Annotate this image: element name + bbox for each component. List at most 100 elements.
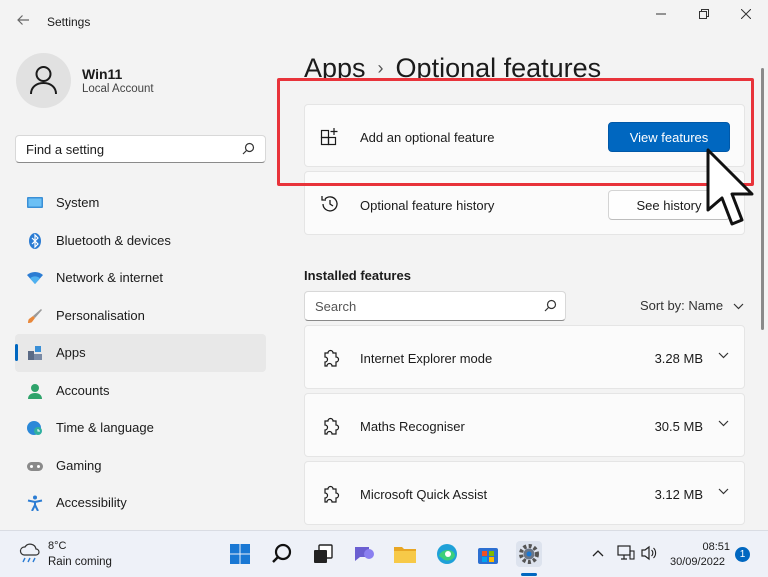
chat-button[interactable] xyxy=(351,541,377,567)
sort-dropdown[interactable]: Sort by: Name xyxy=(640,298,744,313)
history-label: Optional feature history xyxy=(360,198,495,213)
chevron-down-icon[interactable] xyxy=(718,420,729,427)
feature-name: Internet Explorer mode xyxy=(360,351,493,366)
scrollbar[interactable] xyxy=(760,60,766,530)
restore-button[interactable] xyxy=(693,6,715,24)
features-search-input[interactable] xyxy=(305,292,525,320)
restore-icon xyxy=(699,9,709,19)
clock-time: 08:51 xyxy=(702,541,730,553)
task-view-icon xyxy=(314,544,333,563)
settings-search[interactable] xyxy=(15,135,266,163)
task-view-button[interactable] xyxy=(310,541,336,567)
sidebar-item-apps[interactable]: Apps xyxy=(15,334,266,372)
history-icon xyxy=(321,196,338,212)
minimize-icon xyxy=(656,13,666,15)
notification-badge[interactable]: 1 xyxy=(735,547,750,562)
volume-icon[interactable] xyxy=(641,545,657,561)
folder-icon xyxy=(394,547,416,563)
search-input[interactable] xyxy=(16,136,226,162)
search-icon xyxy=(272,543,292,563)
file-explorer-button[interactable] xyxy=(392,541,418,567)
monitor-icon xyxy=(27,197,43,208)
edge-icon xyxy=(437,544,457,564)
puzzle-icon xyxy=(324,417,340,435)
start-button[interactable] xyxy=(227,541,253,567)
scrollbar-thumb[interactable] xyxy=(761,68,764,330)
chevron-down-icon[interactable] xyxy=(718,488,729,495)
chevron-up-icon[interactable] xyxy=(592,549,604,557)
feature-row[interactable]: Microsoft Quick Assist 3.12 MB xyxy=(304,461,745,525)
sidebar-item-time-language[interactable]: Time & language xyxy=(15,409,266,447)
page-title: Optional features xyxy=(395,53,602,81)
sidebar-item-label: System xyxy=(56,195,100,210)
gear-icon xyxy=(519,544,539,564)
sidebar-item-label: Network & internet xyxy=(56,270,163,285)
sidebar-item-label: Bluetooth & devices xyxy=(56,232,171,248)
chat-icon xyxy=(355,547,374,561)
chevron-down-icon xyxy=(733,303,744,310)
puzzle-icon xyxy=(324,349,340,367)
sidebar-item-system[interactable]: System xyxy=(15,184,266,222)
add-feature-icon xyxy=(320,128,338,146)
sidebar-item-label: Time & language xyxy=(56,420,154,435)
breadcrumb: Apps › Optional features xyxy=(304,53,601,81)
sidebar-item-bluetooth[interactable]: Bluetooth & devices xyxy=(15,222,266,260)
profile-name: Win11 xyxy=(82,66,123,82)
brush-icon xyxy=(28,308,42,323)
sidebar-nav: System Bluetooth & devices Network & int… xyxy=(15,184,266,522)
sidebar-item-accessibility[interactable]: Accessibility xyxy=(15,484,266,522)
feature-size: 30.5 MB xyxy=(654,419,703,434)
sidebar-item-gaming[interactable]: Gaming xyxy=(15,447,266,485)
sidebar-item-personalisation[interactable]: Personalisation xyxy=(15,297,266,335)
sidebar-item-label: Gaming xyxy=(56,457,102,473)
sidebar-item-label: Personalisation xyxy=(56,307,145,323)
feature-name: Microsoft Quick Assist xyxy=(360,487,488,502)
store-button[interactable] xyxy=(475,541,501,567)
feature-row[interactable]: Internet Explorer mode 3.28 MB xyxy=(304,325,745,389)
features-search[interactable] xyxy=(304,291,566,321)
feature-name: Maths Recogniser xyxy=(360,419,465,434)
person-icon xyxy=(30,66,57,95)
add-feature-card: Add an optional feature View features xyxy=(304,104,745,167)
sort-label: Sort by: Name xyxy=(640,298,724,313)
globe-clock-icon xyxy=(27,421,42,435)
minimize-button[interactable] xyxy=(650,6,672,24)
breadcrumb-apps[interactable]: Apps xyxy=(304,53,366,81)
puzzle-icon xyxy=(324,485,340,503)
breadcrumb-separator: › xyxy=(377,58,384,78)
weather-temp: 8°C xyxy=(48,540,67,552)
search-icon xyxy=(544,299,557,312)
installed-features-title: Installed features xyxy=(304,268,411,283)
title-bar: Settings xyxy=(0,0,768,44)
person-icon xyxy=(28,383,42,399)
clock-date: 30/09/2022 xyxy=(670,556,726,568)
close-button[interactable] xyxy=(735,6,757,24)
accessibility-icon xyxy=(27,495,43,511)
feature-history-card: Optional feature history See history xyxy=(304,171,745,235)
sidebar-item-accounts[interactable]: Accounts xyxy=(15,372,266,410)
sidebar-item-label: Apps xyxy=(56,345,86,360)
gamepad-icon xyxy=(27,461,43,471)
edge-browser-button[interactable] xyxy=(434,541,460,567)
mouse-cursor-icon xyxy=(706,148,754,226)
feature-size: 3.12 MB xyxy=(654,487,703,502)
apps-icon xyxy=(28,346,42,360)
avatar[interactable] xyxy=(16,53,71,108)
network-icon[interactable] xyxy=(617,545,635,561)
feature-size: 3.28 MB xyxy=(654,351,703,366)
sidebar-item-label: Accessibility xyxy=(56,495,127,510)
add-feature-label: Add an optional feature xyxy=(360,130,495,145)
chevron-down-icon[interactable] xyxy=(718,352,729,359)
feature-row[interactable]: Maths Recogniser 30.5 MB xyxy=(304,393,745,457)
rain-cloud-icon xyxy=(19,543,40,563)
sidebar-item-label: Accounts xyxy=(56,382,110,398)
profile-account-type: Local Account xyxy=(82,83,154,95)
active-indicator xyxy=(15,344,18,361)
bluetooth-icon xyxy=(29,232,41,249)
weather-desc: Rain coming xyxy=(48,556,112,568)
back-button[interactable] xyxy=(12,12,34,34)
taskbar-search-button[interactable] xyxy=(269,541,295,567)
active-app-indicator xyxy=(521,573,537,576)
settings-taskbar-button[interactable] xyxy=(516,541,542,567)
sidebar-item-network[interactable]: Network & internet xyxy=(15,259,266,297)
